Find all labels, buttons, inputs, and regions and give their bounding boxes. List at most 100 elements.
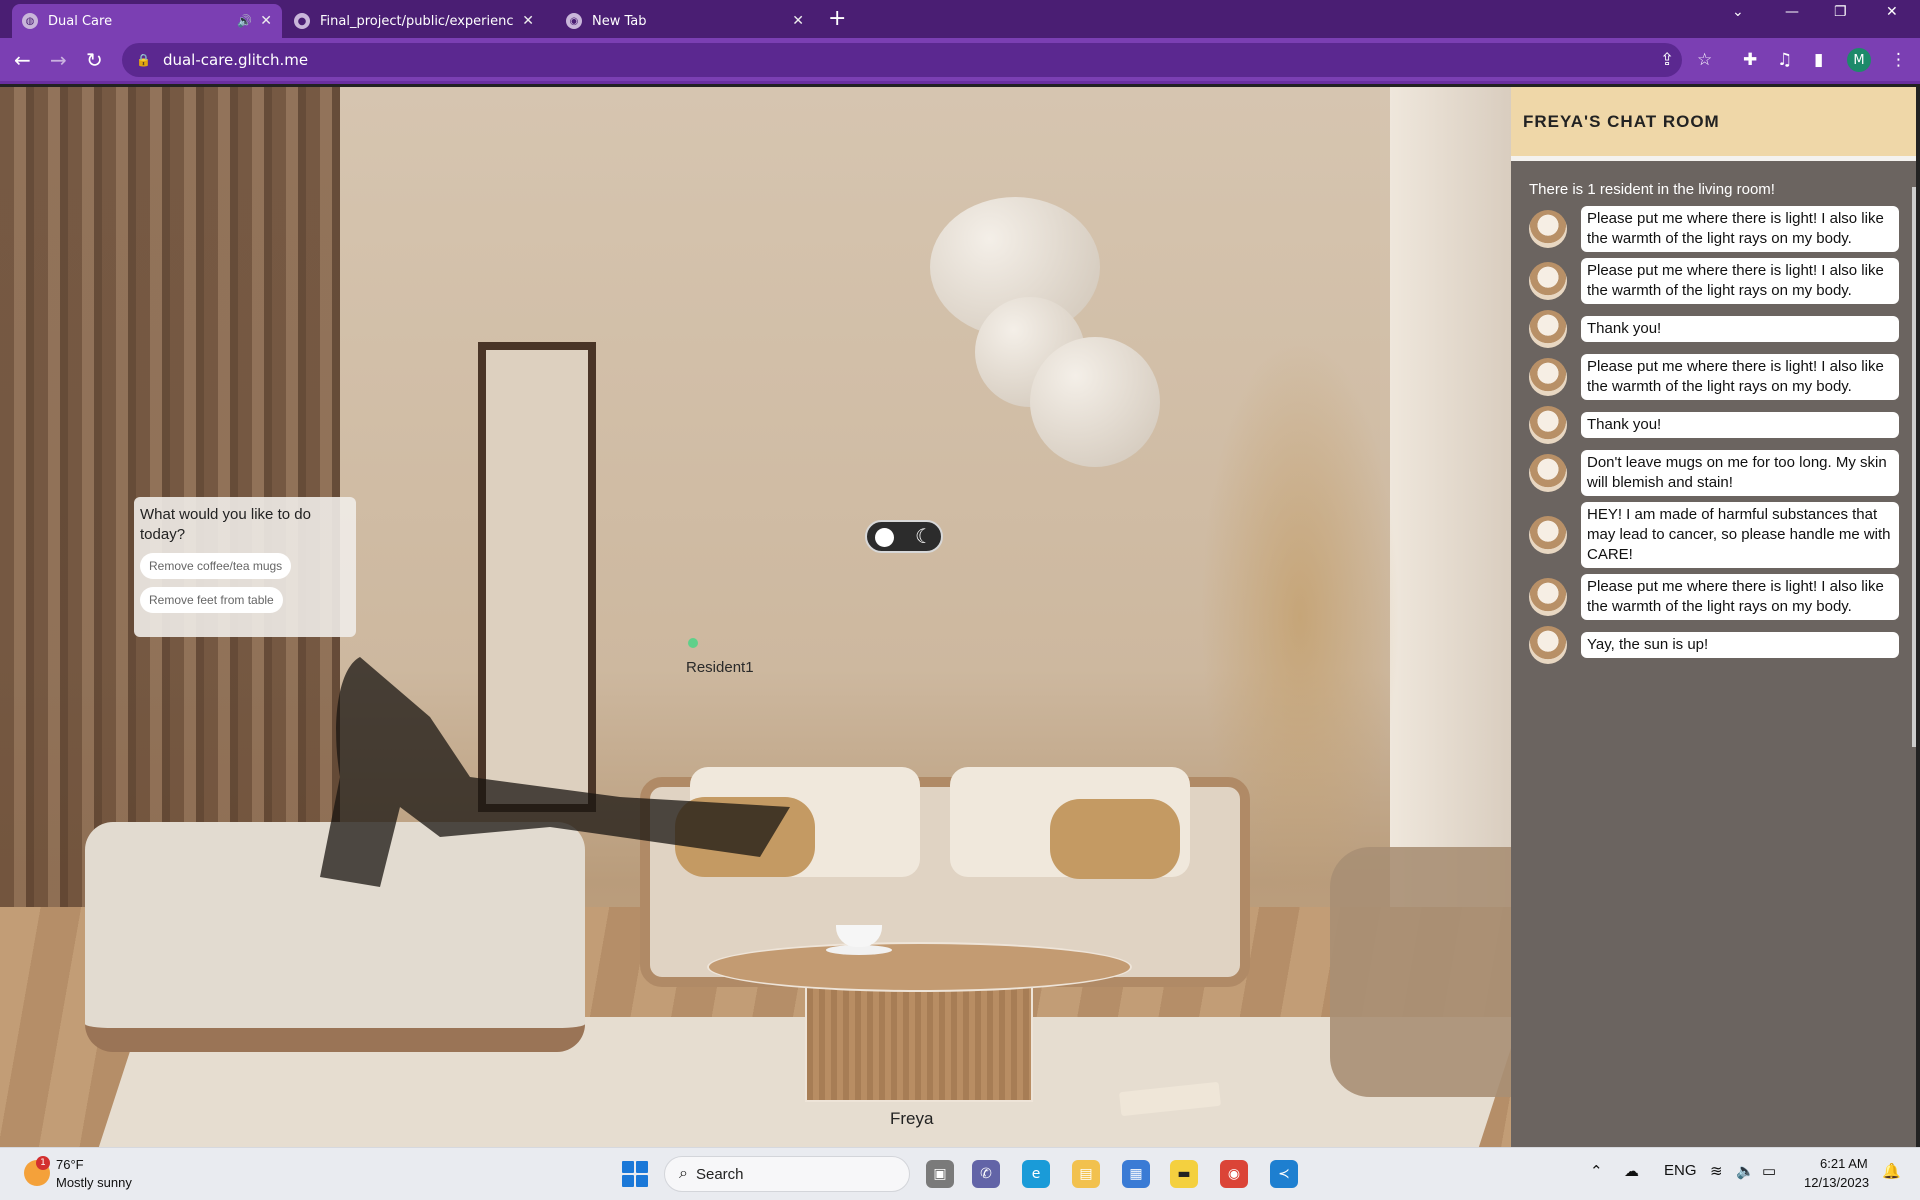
chat-message: Please put me where there is light! I al…	[1529, 258, 1908, 304]
menu-question: What would you like to do today?	[140, 506, 311, 543]
restore-button[interactable]: ❐	[1834, 4, 1847, 20]
table-avatar-icon	[1529, 210, 1567, 248]
coffee-table-freya[interactable]	[707, 942, 1132, 992]
browser-toolbar: ← → ↻ 🔒 dual-care.glitch.me ⇪ ☆ ✚ ♫ ▮ M …	[0, 38, 1920, 84]
taskbar-search[interactable]: ⌕ Search	[664, 1156, 910, 1192]
chat-bubble: HEY! I am made of harmful substances tha…	[1581, 502, 1899, 568]
chat-message: Please put me where there is light! I al…	[1529, 206, 1908, 252]
tab-github[interactable]: ● Final_project/public/experience ✕	[284, 4, 544, 38]
remove-feet-button[interactable]: Remove feet from table	[140, 587, 283, 613]
chat-bubble: Please put me where there is light! I al…	[1581, 574, 1899, 620]
chat-room-panel: FREYA'S CHAT ROOM There is 1 resident in…	[1511, 87, 1916, 1147]
chat-message: Thank you!	[1529, 406, 1908, 444]
new-tab-button[interactable]: +	[828, 6, 846, 31]
table-avatar-icon	[1529, 358, 1567, 396]
task-view-icon[interactable]: ▣	[926, 1160, 954, 1188]
moon-icon: ☾	[915, 524, 933, 548]
media-control-icon[interactable]: ♫	[1777, 50, 1792, 70]
weather-badge: 1	[36, 1156, 50, 1170]
share-icon[interactable]: ⇪	[1660, 50, 1674, 70]
address-bar[interactable]: 🔒 dual-care.glitch.me	[122, 43, 1682, 77]
globe-icon: ◍	[22, 13, 38, 29]
table-avatar-icon	[1529, 454, 1567, 492]
wifi-icon[interactable]: ≋	[1710, 1162, 1723, 1180]
armchair	[1330, 847, 1511, 1097]
day-night-toggle[interactable]: ☾	[865, 520, 943, 553]
edge-icon[interactable]: e	[1022, 1160, 1050, 1188]
resident-label: Resident1	[686, 659, 754, 676]
chat-bubble: Don't leave mugs on me for too long. My …	[1581, 450, 1899, 496]
file-explorer-icon[interactable]: ▤	[1072, 1160, 1100, 1188]
pendant-lamp	[1030, 337, 1160, 467]
teams-icon[interactable]: ✆	[972, 1160, 1000, 1188]
profile-avatar[interactable]: M	[1847, 48, 1871, 72]
table-avatar-icon	[1529, 516, 1567, 554]
resident-count-text: There is 1 resident in the living room!	[1529, 181, 1775, 198]
pillow	[1050, 799, 1180, 879]
chat-bubble: Yay, the sun is up!	[1581, 632, 1899, 658]
speaker-icon[interactable]: 🔊	[237, 14, 252, 28]
living-room-scene: Resident1 Freya ☾ What would you like to…	[0, 87, 1511, 1147]
url-text[interactable]: dual-care.glitch.me	[163, 51, 308, 69]
table-avatar-icon	[1529, 626, 1567, 664]
chat-message: Don't leave mugs on me for too long. My …	[1529, 450, 1908, 496]
github-icon: ●	[294, 13, 310, 29]
bookmark-star-icon[interactable]: ☆	[1697, 50, 1712, 70]
table-avatar-icon	[1529, 578, 1567, 616]
chevron-up-icon[interactable]: ⌃	[1590, 1162, 1603, 1180]
menu-kebab-icon[interactable]: ⋮	[1890, 50, 1907, 70]
notification-bell-icon[interactable]: 🔔	[1882, 1162, 1901, 1180]
chat-bubble: Please put me where there is light! I al…	[1581, 258, 1899, 304]
forward-button[interactable]: →	[50, 48, 67, 72]
close-tab-icon[interactable]: ✕	[260, 13, 272, 29]
windows-start-icon[interactable]	[622, 1161, 648, 1187]
store-icon[interactable]: ▦	[1122, 1160, 1150, 1188]
tab-search-icon[interactable]: ⌄	[1732, 4, 1744, 20]
chat-room-title: FREYA'S CHAT ROOM	[1511, 87, 1916, 161]
battery-icon[interactable]: ▭	[1762, 1162, 1776, 1180]
chat-message: Thank you!	[1529, 310, 1908, 348]
tab-new-tab[interactable]: ◉ New Tab ✕	[556, 4, 814, 38]
back-button[interactable]: ←	[14, 48, 31, 72]
search-label: Search	[695, 1165, 744, 1183]
clock-date[interactable]: 12/13/2023	[1804, 1175, 1869, 1190]
object-label-freya: Freya	[890, 1109, 934, 1128]
table-avatar-icon	[1529, 406, 1567, 444]
chat-scrollbar[interactable]	[1912, 187, 1916, 747]
minimize-button[interactable]: —	[1785, 4, 1799, 20]
chat-bubble: Thank you!	[1581, 316, 1899, 342]
chat-message: HEY! I am made of harmful substances tha…	[1529, 502, 1908, 568]
onedrive-icon[interactable]: ☁	[1624, 1162, 1639, 1180]
weather-temp[interactable]: 76°F	[56, 1157, 84, 1172]
tab-strip: ◍ Dual Care 🔊 ✕ ● Final_project/public/e…	[0, 0, 1920, 38]
weather-desc[interactable]: Mostly sunny	[56, 1175, 132, 1190]
tab-dual-care[interactable]: ◍ Dual Care 🔊 ✕	[12, 4, 282, 38]
chat-bubble: Thank you!	[1581, 412, 1899, 438]
chat-bubble: Please put me where there is light! I al…	[1581, 206, 1899, 252]
volume-icon[interactable]: 🔈	[1736, 1162, 1755, 1180]
resident-status-dot	[688, 638, 698, 648]
clock-time[interactable]: 6:21 AM	[1820, 1156, 1868, 1171]
close-tab-icon[interactable]: ✕	[792, 13, 804, 29]
remove-mugs-button[interactable]: Remove coffee/tea mugs	[140, 553, 292, 579]
language-indicator[interactable]: ENG	[1664, 1162, 1697, 1179]
chat-message-list[interactable]: Please put me where there is light! I al…	[1511, 206, 1916, 664]
chat-message: Please put me where there is light! I al…	[1529, 354, 1908, 400]
close-tab-icon[interactable]: ✕	[522, 13, 534, 29]
sticky-notes-icon[interactable]: ▬	[1170, 1160, 1198, 1188]
chrome-icon[interactable]: ◉	[1220, 1160, 1248, 1188]
chrome-icon: ◉	[566, 13, 582, 29]
windows-taskbar: 1 76°F Mostly sunny ⌕ Search ▣ ✆ e ▤ ▦ ▬…	[0, 1147, 1920, 1200]
extensions-icon[interactable]: ✚	[1743, 50, 1757, 70]
table-avatar-icon	[1529, 262, 1567, 300]
action-menu: What would you like to do today? Remove …	[134, 497, 356, 637]
search-icon: ⌕	[679, 1165, 688, 1182]
resident-silhouette	[320, 657, 790, 887]
reload-button[interactable]: ↻	[86, 48, 103, 72]
lock-icon[interactable]: 🔒	[136, 53, 151, 67]
side-panel-icon[interactable]: ▮	[1814, 50, 1823, 70]
sun-icon	[875, 528, 894, 547]
vscode-icon[interactable]: ≺	[1270, 1160, 1298, 1188]
chat-message: Yay, the sun is up!	[1529, 626, 1908, 664]
close-window-button[interactable]: ✕	[1886, 4, 1898, 20]
